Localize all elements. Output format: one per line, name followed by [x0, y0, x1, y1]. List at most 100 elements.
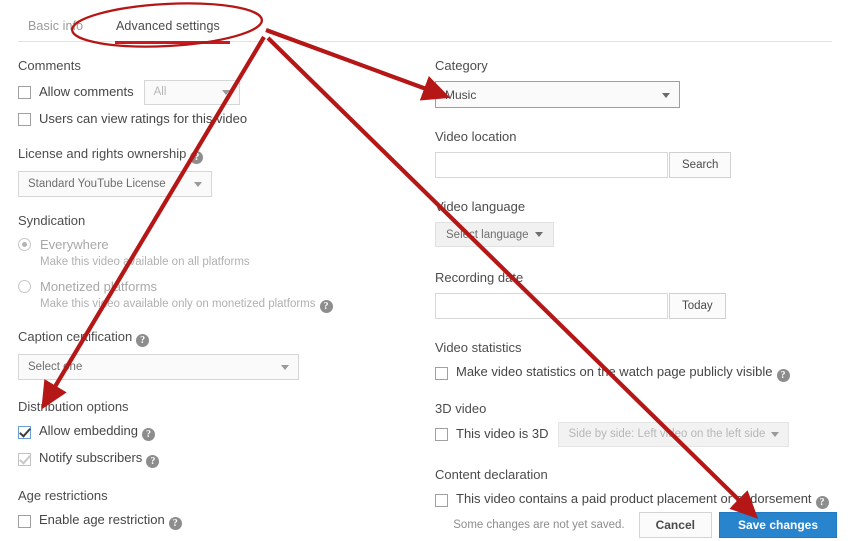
section-3d-video: 3D video This video is 3D Side by side: …: [435, 401, 835, 447]
cancel-button[interactable]: Cancel: [638, 512, 712, 538]
caption-certification-title: Caption certification?: [18, 329, 408, 347]
enable-age-restriction-row[interactable]: Enable age restriction?: [18, 510, 408, 532]
caption-certification-select[interactable]: Select one: [18, 354, 299, 380]
section-video-language: Video language Select language: [435, 199, 835, 247]
radio-monetized-platforms[interactable]: [18, 280, 31, 293]
help-icon[interactable]: ?: [146, 455, 160, 468]
enable-age-restriction-label-text: Enable age restriction: [39, 512, 165, 527]
help-icon[interactable]: ?: [168, 517, 182, 530]
radio-monetized-description: Make this video available only on moneti…: [40, 297, 408, 313]
radio-everywhere-label: Everywhere: [40, 237, 109, 252]
license-select[interactable]: Standard YouTube License: [18, 171, 212, 197]
license-title-text: License and rights ownership: [18, 146, 187, 161]
view-ratings-row[interactable]: Users can view ratings for this video: [18, 108, 408, 130]
section-content-declaration: Content declaration This video contains …: [435, 467, 835, 511]
video-3d-label: This video is 3D: [456, 426, 549, 441]
notify-subscribers-label-text: Notify subscribers: [39, 450, 143, 465]
section-category: Category Music: [435, 58, 835, 108]
section-caption-certification: Caption certification? Select one: [18, 329, 408, 380]
tab-active-underline: [115, 41, 230, 44]
caption-certification-title-text: Caption certification: [18, 329, 133, 344]
allow-comments-label: Allow comments: [39, 84, 134, 99]
help-icon[interactable]: ?: [815, 496, 829, 509]
allow-embedding-label: Allow embedding?: [39, 423, 156, 441]
allow-embedding-label-text: Allow embedding: [39, 423, 139, 438]
view-ratings-label: Users can view ratings for this video: [39, 111, 248, 126]
advanced-settings-page: Basic info Advanced settings Comments Al…: [0, 0, 850, 541]
right-column: Category Music Video location Search Vid…: [435, 58, 835, 516]
video-statistics-checkbox[interactable]: [435, 366, 448, 380]
license-title: License and rights ownership?: [18, 146, 408, 164]
syndication-option-monetized[interactable]: Monetized platforms: [18, 278, 408, 295]
recording-date-title: Recording date: [435, 270, 524, 285]
chevron-down-icon: [535, 232, 544, 237]
syndication-title: Syndication: [18, 213, 86, 228]
section-comments: Comments Allow comments All Users can vi…: [18, 58, 408, 130]
content-declaration-label-text: This video contains a paid product place…: [456, 491, 812, 506]
recording-date-row: Today: [435, 293, 835, 319]
help-icon[interactable]: ?: [190, 151, 204, 164]
video-location-row: Search: [435, 152, 835, 178]
video-3d-layout-value: Side by side: Left video on the left sid…: [568, 428, 766, 440]
distribution-options-title: Distribution options: [18, 399, 129, 414]
syndication-option-everywhere[interactable]: Everywhere: [18, 236, 408, 253]
section-video-location: Video location Search: [435, 129, 835, 178]
video-statistics-title: Video statistics: [435, 340, 522, 355]
category-title: Category: [435, 58, 488, 73]
content-declaration-row[interactable]: This video contains a paid product place…: [435, 489, 835, 511]
section-recording-date: Recording date Today: [435, 270, 835, 319]
chevron-down-icon: [281, 365, 289, 370]
view-ratings-checkbox[interactable]: [18, 112, 31, 126]
recording-date-input[interactable]: [435, 293, 668, 319]
chevron-down-icon: [221, 90, 230, 95]
enable-age-restriction-checkbox[interactable]: [18, 514, 31, 528]
section-age-restrictions: Age restrictions Enable age restriction?: [18, 488, 408, 532]
video-3d-row[interactable]: This video is 3D Side by side: Left vide…: [435, 421, 835, 447]
tab-advanced-settings[interactable]: Advanced settings: [116, 12, 220, 40]
comments-visibility-select[interactable]: All: [143, 79, 240, 105]
content-declaration-checkbox[interactable]: [435, 493, 448, 507]
video-statistics-label: Make video statistics on the watch page …: [456, 364, 790, 382]
help-icon[interactable]: ?: [776, 369, 790, 382]
video-language-select[interactable]: Select language: [435, 222, 555, 247]
notify-subscribers-checkbox[interactable]: [18, 452, 31, 466]
video-location-title: Video location: [435, 129, 517, 144]
help-icon[interactable]: ?: [142, 428, 156, 441]
allow-embedding-row[interactable]: Allow embedding?: [18, 421, 408, 443]
video-3d-checkbox[interactable]: [435, 427, 448, 441]
radio-everywhere[interactable]: [18, 238, 31, 251]
comments-title: Comments: [18, 58, 81, 73]
help-icon[interactable]: ?: [319, 300, 333, 313]
video-statistics-label-text: Make video statistics on the watch page …: [456, 364, 773, 379]
content-declaration-label: This video contains a paid product place…: [456, 491, 829, 509]
section-video-statistics: Video statistics Make video statistics o…: [435, 340, 835, 384]
chevron-down-icon: [771, 432, 780, 437]
video-location-search-button[interactable]: Search: [669, 152, 732, 178]
allow-embedding-checkbox[interactable]: [18, 425, 31, 439]
video-3d-layout-select[interactable]: Side by side: Left video on the left sid…: [558, 421, 790, 447]
category-select-value: Music: [445, 87, 477, 102]
content-declaration-title: Content declaration: [435, 467, 548, 482]
recording-date-today-button[interactable]: Today: [669, 293, 726, 319]
section-distribution-options: Distribution options Allow embedding? No…: [18, 399, 408, 470]
video-language-title: Video language: [435, 199, 526, 214]
tab-basic-info[interactable]: Basic info: [28, 12, 83, 40]
notify-subscribers-row[interactable]: Notify subscribers?: [18, 448, 408, 470]
age-restrictions-title: Age restrictions: [18, 488, 108, 503]
save-changes-button[interactable]: Save changes: [718, 512, 837, 538]
enable-age-restriction-label: Enable age restriction?: [39, 512, 182, 530]
radio-everywhere-description: Make this video available on all platfor…: [40, 256, 250, 268]
tab-bar: Basic info Advanced settings: [18, 12, 832, 44]
section-license: License and rights ownership? Standard Y…: [18, 146, 408, 197]
allow-comments-row[interactable]: Allow comments All: [18, 79, 408, 105]
video-statistics-row[interactable]: Make video statistics on the watch page …: [435, 362, 835, 384]
chevron-down-icon: [662, 92, 670, 98]
category-select[interactable]: Music: [435, 81, 680, 108]
video-3d-title: 3D video: [435, 401, 487, 416]
comments-visibility-value: All: [153, 86, 167, 98]
caption-certification-value: Select one: [28, 361, 83, 373]
help-icon[interactable]: ?: [136, 334, 150, 347]
allow-comments-checkbox[interactable]: [18, 85, 31, 99]
video-location-input[interactable]: [435, 152, 668, 178]
form-footer: Some changes are not yet saved. Cancel S…: [453, 512, 837, 538]
